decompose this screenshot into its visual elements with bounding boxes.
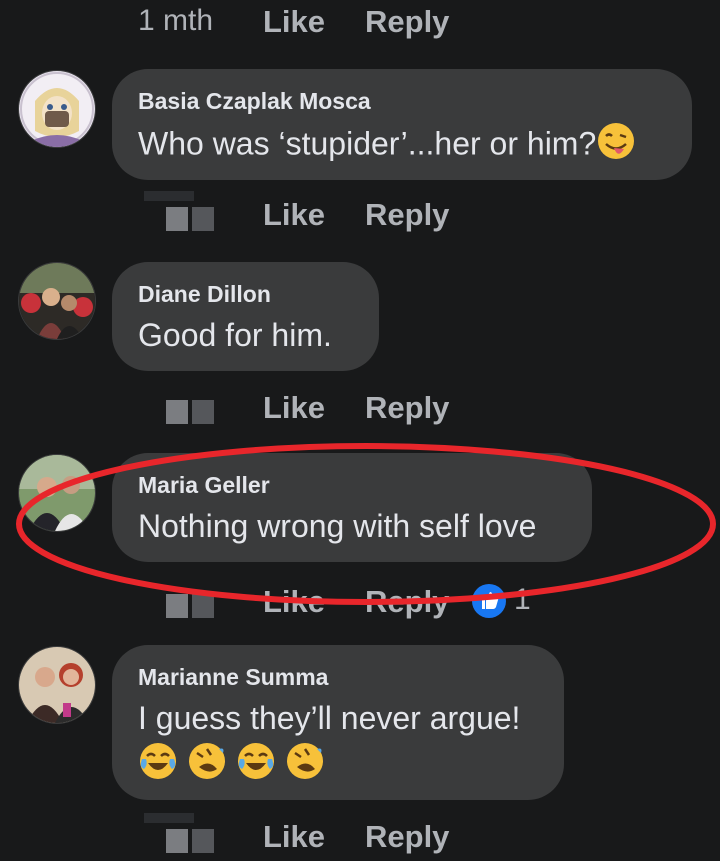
winking-tongue-emoji-icon bbox=[596, 121, 636, 171]
redacted-timestamp bbox=[166, 594, 218, 618]
like-button[interactable]: Like bbox=[263, 197, 325, 233]
reply-button[interactable]: Reply bbox=[365, 584, 449, 620]
comment-bubble: Basia Czaplak Mosca Who was ‘stupider’..… bbox=[112, 69, 692, 180]
comment-bubble: Maria Geller Nothing wrong with self lov… bbox=[112, 453, 592, 562]
redacted-timestamp bbox=[144, 191, 218, 231]
comment-actions: Like Reply bbox=[0, 191, 720, 237]
like-button[interactable]: Like bbox=[263, 584, 325, 620]
comment-actions-top: 1 mth Like Reply bbox=[0, 0, 720, 44]
like-button[interactable]: Like bbox=[263, 819, 325, 855]
redacted-timestamp bbox=[166, 400, 218, 424]
like-button[interactable]: Like bbox=[263, 390, 325, 426]
avatar[interactable] bbox=[18, 70, 96, 148]
comment-text: Good for him. bbox=[138, 317, 332, 353]
reply-button[interactable]: Reply bbox=[365, 4, 449, 40]
author-name[interactable]: Marianne Summa bbox=[138, 663, 538, 691]
comment-text: Who was ‘stupider’...her or him? bbox=[138, 121, 666, 171]
avatar[interactable] bbox=[18, 262, 96, 340]
comment-actions: Like Reply bbox=[0, 386, 720, 430]
avatar[interactable] bbox=[18, 646, 96, 724]
comment-actions: Like Reply bbox=[0, 813, 720, 859]
comment-bubble: Marianne Summa I guess they’ll never arg… bbox=[112, 645, 564, 800]
comment-actions: Like Reply bbox=[0, 580, 720, 624]
author-name[interactable]: Basia Czaplak Mosca bbox=[138, 87, 666, 115]
reply-button[interactable]: Reply bbox=[365, 819, 449, 855]
author-name[interactable]: Maria Geller bbox=[138, 471, 566, 499]
like-reaction-icon[interactable] bbox=[472, 584, 506, 618]
tears-of-joy-emoji-icon bbox=[138, 741, 178, 791]
comment-text: Nothing wrong with self love bbox=[138, 508, 537, 544]
comment-bubble: Diane Dillon Good for him. bbox=[112, 262, 379, 371]
redacted-timestamp bbox=[144, 813, 218, 853]
avatar[interactable] bbox=[18, 454, 96, 532]
rolling-laughing-emoji-icon bbox=[187, 741, 227, 791]
tears-of-joy-emoji-icon bbox=[236, 741, 276, 791]
like-button[interactable]: Like bbox=[263, 4, 325, 40]
reaction-count[interactable]: 1 bbox=[514, 583, 531, 617]
comment-body: Who was ‘stupider’...her or him? bbox=[138, 125, 597, 162]
reply-button[interactable]: Reply bbox=[365, 390, 449, 426]
reply-button[interactable]: Reply bbox=[365, 197, 449, 233]
rolling-laughing-emoji-icon bbox=[285, 741, 325, 791]
emoji-row bbox=[138, 741, 538, 791]
comment-text: I guess they’ll never argue! bbox=[138, 700, 521, 736]
timestamp[interactable]: 1 mth bbox=[138, 4, 213, 38]
author-name[interactable]: Diane Dillon bbox=[138, 280, 353, 308]
